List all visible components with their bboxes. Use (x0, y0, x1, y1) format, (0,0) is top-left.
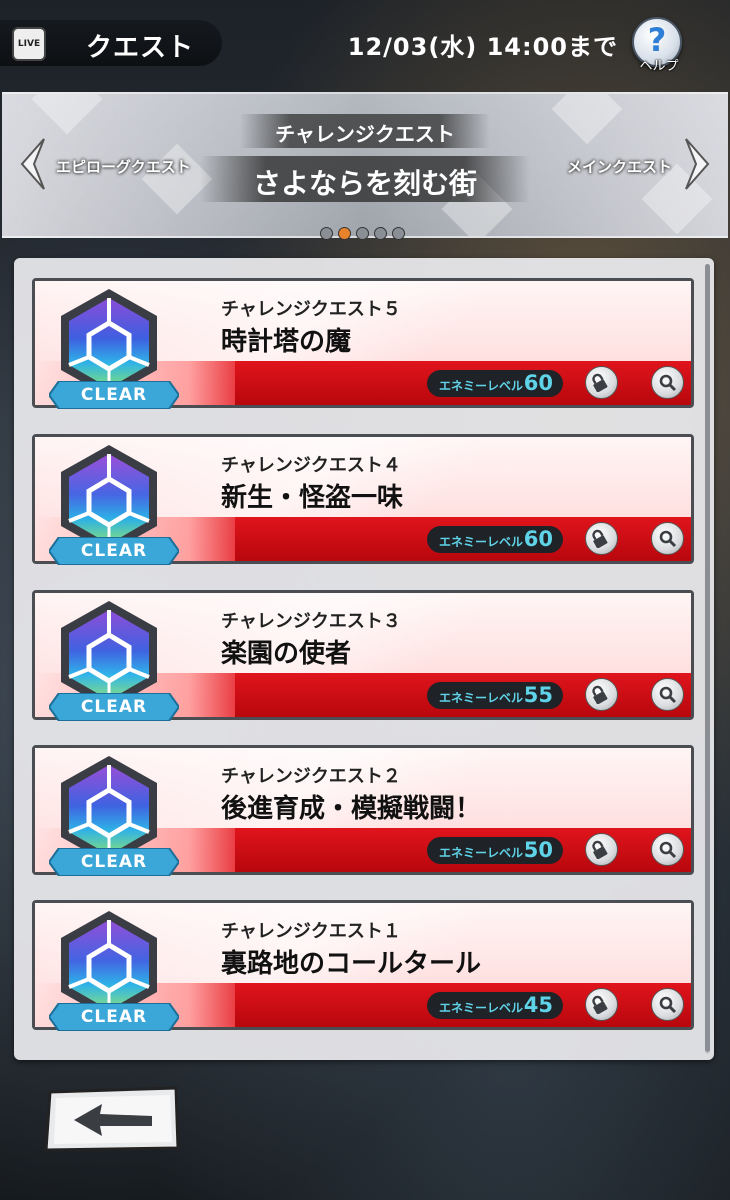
search-icon (659, 841, 677, 859)
quest-card[interactable]: CLEAR チャレンジクエスト３ 楽園の使者 エネミーレベル 55 (32, 590, 694, 721)
quest-list-panel: CLEAR チャレンジクエスト５ 時計塔の魔 エネミーレベル 60 CLEAR … (14, 258, 714, 1060)
search-icon (659, 374, 677, 392)
quest-title: 時計塔の魔 (221, 327, 352, 357)
back-arrow-icon (44, 1086, 180, 1152)
lock-button[interactable] (585, 366, 618, 399)
enemy-level-value: 55 (523, 683, 553, 707)
quest-title: 後進育成・模擬戦闘！ (221, 794, 482, 824)
page-dot (320, 227, 333, 240)
clear-badge: CLEAR (49, 848, 179, 876)
quest-subtitle: チャレンジクエスト２ (221, 766, 401, 787)
scrollbar[interactable] (705, 264, 710, 1054)
category-label: チャレンジクエスト (275, 122, 455, 146)
page-dot (374, 227, 387, 240)
quest-subtitle: チャレンジクエスト３ (221, 611, 401, 632)
enemy-level-label: エネミーレベル (439, 691, 524, 705)
help-label: ヘルプ (639, 59, 679, 74)
prev-category-label[interactable]: エピローグクエスト (56, 156, 191, 177)
decor-diamond (31, 94, 103, 135)
enemy-level-badge: エネミーレベル 50 (427, 837, 563, 864)
page-indicator (320, 225, 410, 240)
quest-category-banner: エピローグクエスト チャレンジクエスト さよならを刻む街 メインクエスト (2, 92, 728, 238)
search-icon (659, 996, 677, 1014)
clear-badge: CLEAR (49, 693, 179, 721)
enemy-level-badge: エネミーレベル 45 (427, 992, 563, 1019)
page-dot (338, 227, 351, 240)
enemy-level-badge: エネミーレベル 60 (427, 526, 563, 553)
lock-icon (592, 995, 608, 1014)
search-button[interactable] (651, 366, 684, 399)
lock-icon (592, 373, 608, 392)
search-button[interactable] (651, 833, 684, 866)
clear-badge-text: CLEAR (80, 1007, 148, 1027)
enemy-level-value: 45 (523, 993, 553, 1017)
lock-button[interactable] (585, 988, 618, 1021)
chevron-left-icon (20, 138, 45, 190)
help-icon: ? (647, 21, 667, 59)
arc-title: さよならを刻む街 (252, 167, 477, 200)
back-button[interactable] (44, 1086, 182, 1152)
lock-icon (592, 529, 608, 548)
page-dot (392, 227, 405, 240)
live-icon[interactable]: LIVE (12, 27, 46, 61)
clear-badge: CLEAR (49, 1003, 179, 1031)
search-button[interactable] (651, 988, 684, 1021)
enemy-level-label: エネミーレベル (439, 379, 524, 393)
search-button[interactable] (651, 522, 684, 555)
quest-card[interactable]: CLEAR チャレンジクエスト２ 後進育成・模擬戦闘！ エネミーレベル 50 (32, 745, 694, 876)
scrollbar-thumb[interactable] (705, 264, 710, 1052)
lock-icon (592, 840, 608, 859)
lock-button[interactable] (585, 522, 618, 555)
next-category-label[interactable]: メインクエスト (567, 156, 672, 177)
enemy-level-value: 50 (523, 838, 553, 862)
lock-button[interactable] (585, 833, 618, 866)
quest-card[interactable]: CLEAR チャレンジクエスト５ 時計塔の魔 エネミーレベル 60 (32, 278, 694, 409)
quest-subtitle: チャレンジクエスト５ (221, 299, 401, 320)
enemy-level-badge: エネミーレベル 60 (427, 370, 563, 397)
quest-card[interactable]: CLEAR チャレンジクエスト４ 新生・怪盗一味 エネミーレベル 60 (32, 434, 694, 565)
next-category-button[interactable] (682, 137, 712, 191)
clear-badge-text: CLEAR (80, 697, 148, 717)
search-icon (659, 530, 677, 548)
clear-badge-text: CLEAR (80, 852, 148, 872)
enemy-level-label: エネミーレベル (439, 535, 524, 549)
deadline-text: 12/03(水) 14:00まで (347, 33, 618, 61)
quest-title: 楽園の使者 (221, 639, 352, 669)
chevron-right-icon (685, 138, 710, 190)
decor-diamond (551, 94, 623, 145)
enemy-level-value: 60 (523, 527, 553, 551)
lock-button[interactable] (585, 678, 618, 711)
enemy-level-label: エネミーレベル (439, 846, 524, 860)
clear-badge-text: CLEAR (80, 385, 148, 405)
quest-title: 裏路地のコールタール (221, 949, 482, 979)
enemy-level-badge: エネミーレベル 55 (427, 682, 563, 709)
enemy-level-label: エネミーレベル (439, 1001, 524, 1015)
search-icon (659, 686, 677, 704)
lock-icon (592, 685, 608, 704)
page-title: クエスト (86, 33, 195, 63)
prev-category-button[interactable] (18, 137, 48, 191)
search-button[interactable] (651, 678, 684, 711)
quest-subtitle: チャレンジクエスト４ (221, 455, 401, 476)
clear-badge-text: CLEAR (80, 541, 148, 561)
enemy-level-value: 60 (523, 371, 553, 395)
quest-subtitle: チャレンジクエスト１ (221, 921, 401, 942)
clear-badge: CLEAR (49, 381, 179, 409)
page-dot (356, 227, 369, 240)
quest-card[interactable]: CLEAR チャレンジクエスト１ 裏路地のコールタール エネミーレベル 45 (32, 900, 694, 1031)
clear-badge: CLEAR (49, 537, 179, 565)
top-bar: LIVE クエスト 12/03(水) 14:00まで ? ヘルプ (0, 0, 730, 88)
quest-title: 新生・怪盗一味 (221, 483, 404, 513)
